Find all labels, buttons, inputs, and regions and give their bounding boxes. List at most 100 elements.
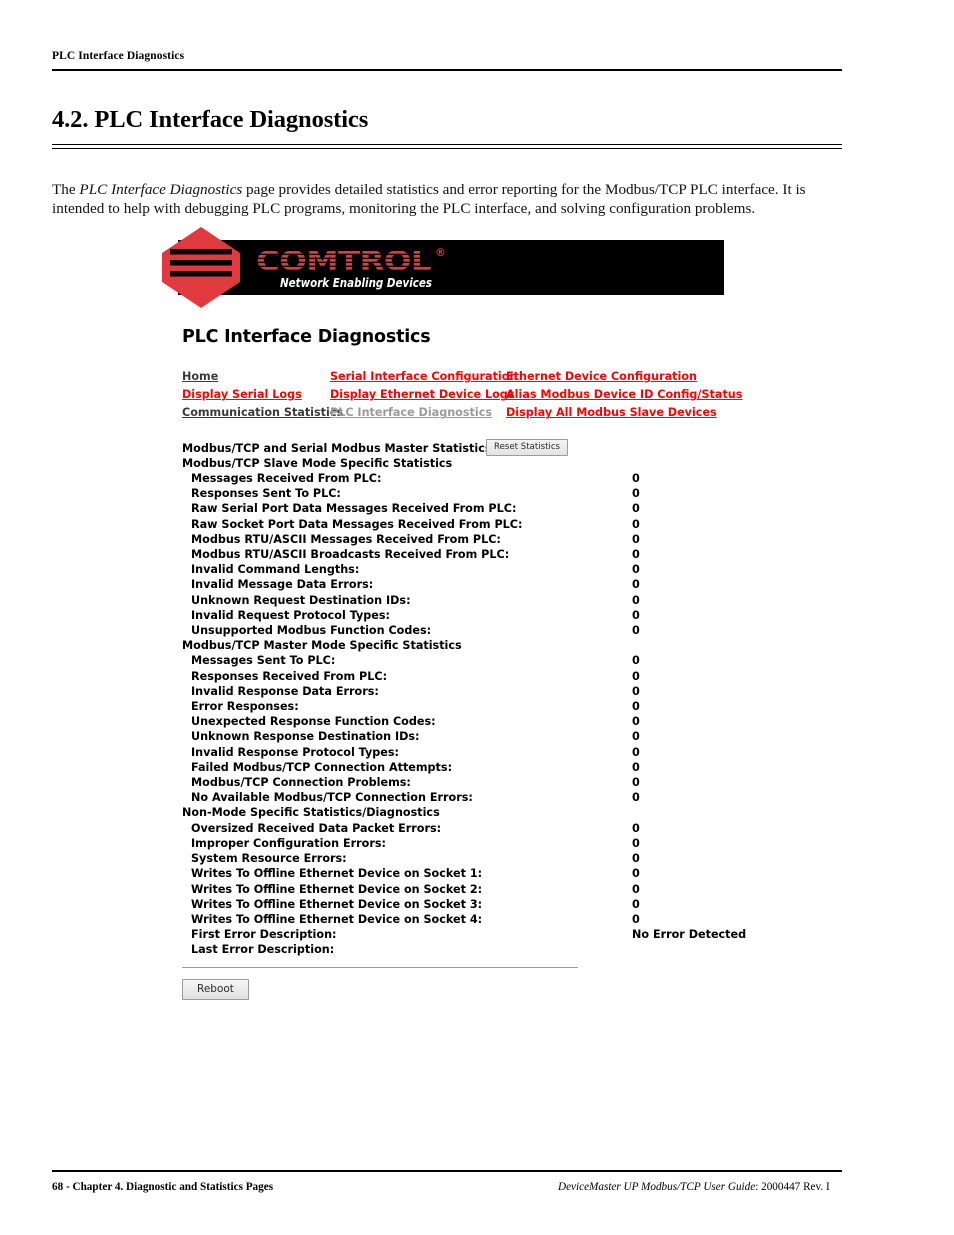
statistic-row: Unexpected Response Function Codes: 0	[182, 714, 728, 729]
statistic-value: 0	[632, 563, 640, 577]
navigation-links: Home Serial Interface ConfigurationEthern…	[182, 368, 742, 423]
statistic-label: Responses Received From PLC:	[191, 669, 388, 683]
statistic-value: 0	[632, 502, 640, 516]
statistic-label: Writes To Offline Ethernet Device on Soc…	[191, 912, 483, 926]
statistic-row: System Resource Errors: 0	[182, 851, 728, 866]
nav-row: Home Serial Interface ConfigurationEthern…	[182, 368, 728, 386]
statistic-spacer	[347, 851, 632, 866]
statistic-value: 0	[632, 624, 640, 638]
statistic-label: Invalid Request Protocol Types:	[191, 608, 391, 622]
statistics-main-heading: Modbus/TCP and Serial Modbus Master Stat…	[182, 438, 728, 456]
statistic-spacer	[399, 745, 632, 760]
comtrol-diamond-logo-icon	[162, 227, 240, 308]
nav-link-alias-modbus-device-id-config-status[interactable]: Alias Modbus Device ID Config/Status	[506, 386, 742, 404]
statistic-label: Raw Serial Port Data Messages Received F…	[191, 502, 517, 516]
statistic-label: Writes To Offline Ethernet Device on Soc…	[191, 897, 483, 911]
statistic-row: Writes To Offline Ethernet Device on Soc…	[182, 866, 728, 881]
statistic-label: Unexpected Response Function Codes:	[191, 715, 436, 729]
statistic-value: 0	[632, 745, 640, 759]
statistic-row: Modbus RTU/ASCII Broadcasts Received Fro…	[182, 547, 728, 562]
screenshot-page-heading: PLC Interface Diagnostics	[182, 327, 431, 347]
intro-emphasis: PLC Interface Diagnostics	[79, 181, 243, 199]
nav-link-display-serial-logs[interactable]: Display Serial Logs	[182, 386, 330, 404]
statistic-spacer	[482, 866, 632, 881]
statistic-row: First Error Description: No Error Detecte…	[182, 927, 747, 942]
statistic-row: Writes To Offline Ethernet Device on Soc…	[182, 912, 728, 927]
statistic-value: 0	[632, 654, 640, 668]
statistic-row: Invalid Request Protocol Types: 0	[182, 608, 728, 623]
statistic-label: Messages Received From PLC:	[191, 472, 382, 486]
header-rule	[52, 69, 842, 71]
statistic-spacer	[359, 562, 632, 577]
statistic-value: 0	[632, 669, 640, 683]
nav-link-home[interactable]: Home	[182, 368, 330, 386]
statistic-spacer	[381, 471, 632, 486]
statistic-row: Raw Serial Port Data Messages Received F…	[182, 501, 728, 516]
statistic-row: Modbus/TCP Connection Problems: 0	[182, 775, 728, 790]
statistic-value: 0	[632, 882, 640, 896]
statistic-spacer	[501, 532, 632, 547]
intro-prefix: The	[52, 181, 80, 199]
statistic-row: Responses Received From PLC: 0	[182, 669, 728, 684]
brand-text: COMTROL	[256, 246, 431, 277]
statistic-row: Unknown Request Destination IDs: 0	[182, 593, 728, 608]
statistic-value: 0	[632, 548, 640, 562]
statistic-value: 0	[632, 730, 640, 744]
statistic-label: System Resource Errors:	[191, 852, 347, 866]
statistic-spacer	[509, 547, 632, 562]
reboot-button[interactable]: Reboot	[182, 978, 249, 1000]
statistic-value: 0	[632, 700, 640, 714]
statistic-label: Invalid Message Data Errors:	[191, 578, 374, 592]
statistic-value: 0	[632, 715, 640, 729]
statistic-value: 0	[632, 578, 640, 592]
statistic-spacer	[334, 942, 632, 957]
statistic-row: Writes To Offline Ethernet Device on Soc…	[182, 882, 728, 897]
statistic-row: Invalid Response Data Errors: 0	[182, 684, 728, 699]
comtrol-wordmark-icon: COMTROL ® Network Enabling Devices	[256, 246, 446, 290]
statistic-spacer	[436, 714, 632, 729]
nav-row: Display Serial Logs Display Ethernet Devi…	[182, 386, 742, 404]
footer-right: DeviceMaster UP Modbus/TCP User Guide: 2…	[558, 1181, 830, 1193]
statistic-label: Unknown Request Destination IDs:	[191, 593, 411, 607]
statistic-row: Unsupported Modbus Function Codes: 0	[182, 623, 728, 638]
statistic-spacer	[482, 912, 632, 927]
statistics-groups: Modbus/TCP Slave Mode Specific Statistic…	[182, 456, 747, 958]
statistic-spacer	[411, 775, 632, 790]
statistic-label: Invalid Command Lengths:	[191, 563, 360, 577]
nav-link-communication-statistics[interactable]: Communication Statistics	[182, 404, 343, 422]
statistic-value: 0	[632, 517, 640, 531]
nav-link-display-all-modbus-slave-devices[interactable]: Display All Modbus Slave Devices	[506, 404, 724, 422]
title-rule-top	[52, 144, 842, 146]
statistic-row: Invalid Command Lengths: 0	[182, 562, 728, 577]
manual-page: PLC Interface Diagnostics 4.2. PLC Inter…	[0, 0, 954, 1235]
statistics-group-heading: Non-Mode Specific Statistics/Diagnostics	[182, 806, 440, 820]
statistic-label: Error Responses:	[191, 700, 299, 714]
nav-link-serial-interface-configuration[interactable]: Serial Interface Configuration	[330, 368, 517, 386]
statistics-panel: Modbus/TCP and Serial Modbus Master Stat…	[182, 438, 747, 1000]
statistic-row: Last Error Description:	[182, 942, 728, 957]
nav-link-display-ethernet-device-logs[interactable]: Display Ethernet Device Logs	[330, 386, 514, 404]
reset-statistics-button[interactable]: Reset Statistics	[486, 438, 569, 456]
statistics-group-heading: Modbus/TCP Master Mode Specific Statisti…	[182, 639, 462, 653]
statistic-row: No Available Modbus/TCP Connection Error…	[182, 790, 728, 805]
nav-link-plc-interface-diagnostics[interactable]: PLC Interface Diagnostics	[330, 404, 506, 422]
statistic-spacer	[431, 623, 632, 638]
statistic-value: 0	[632, 776, 640, 790]
statistic-label: Failed Modbus/TCP Connection Attempts:	[191, 760, 453, 774]
statistic-value: No Error Detected	[632, 928, 747, 942]
reboot-button-row: Reboot	[182, 978, 728, 1000]
running-head: PLC Interface Diagnostics	[52, 50, 185, 62]
statistic-spacer	[411, 593, 632, 608]
statistic-value: 0	[632, 472, 640, 486]
nav-link-ethernet-device-configuration[interactable]: Ethernet Device Configuration	[506, 368, 724, 386]
statistic-spacer	[379, 684, 632, 699]
statistic-spacer	[373, 577, 632, 592]
statistic-value: 0	[632, 852, 640, 866]
statistic-value: 0	[632, 532, 640, 546]
statistic-spacer	[441, 821, 632, 836]
statistic-value: 0	[632, 791, 640, 805]
statistic-row: Raw Socket Port Data Messages Received F…	[182, 517, 728, 532]
title-rule-bottom	[52, 148, 842, 150]
footer-left: 68 - Chapter 4. Diagnostic and Statistic…	[52, 1181, 274, 1193]
statistic-value: 0	[632, 593, 640, 607]
